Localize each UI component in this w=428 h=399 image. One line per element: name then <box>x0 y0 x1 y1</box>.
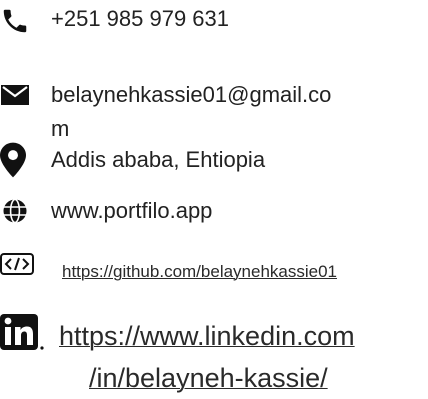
envelope-icon <box>1 85 29 105</box>
github-link[interactable]: https://github.com/belaynehkassie01 <box>62 260 337 284</box>
linkedin-link-line1[interactable]: https://www.linkedin.com <box>59 318 355 354</box>
website-text[interactable]: www.portfilo.app <box>51 196 212 226</box>
code-icon <box>0 253 34 275</box>
map-pin-icon <box>0 142 26 178</box>
globe-icon <box>3 198 27 224</box>
phone-icon <box>3 9 27 33</box>
location-text: Addis ababa, Ehtiopia <box>51 147 266 172</box>
linkedin-icon <box>0 314 44 350</box>
phone-number: +251 985 979 631 <box>51 6 230 31</box>
email-address-line1[interactable]: belaynehkassie01@gmail.co <box>51 80 331 110</box>
email-address-line2[interactable]: m <box>51 114 69 144</box>
linkedin-link-line2[interactable]: /in/belayneh-kassie/ <box>89 360 328 396</box>
